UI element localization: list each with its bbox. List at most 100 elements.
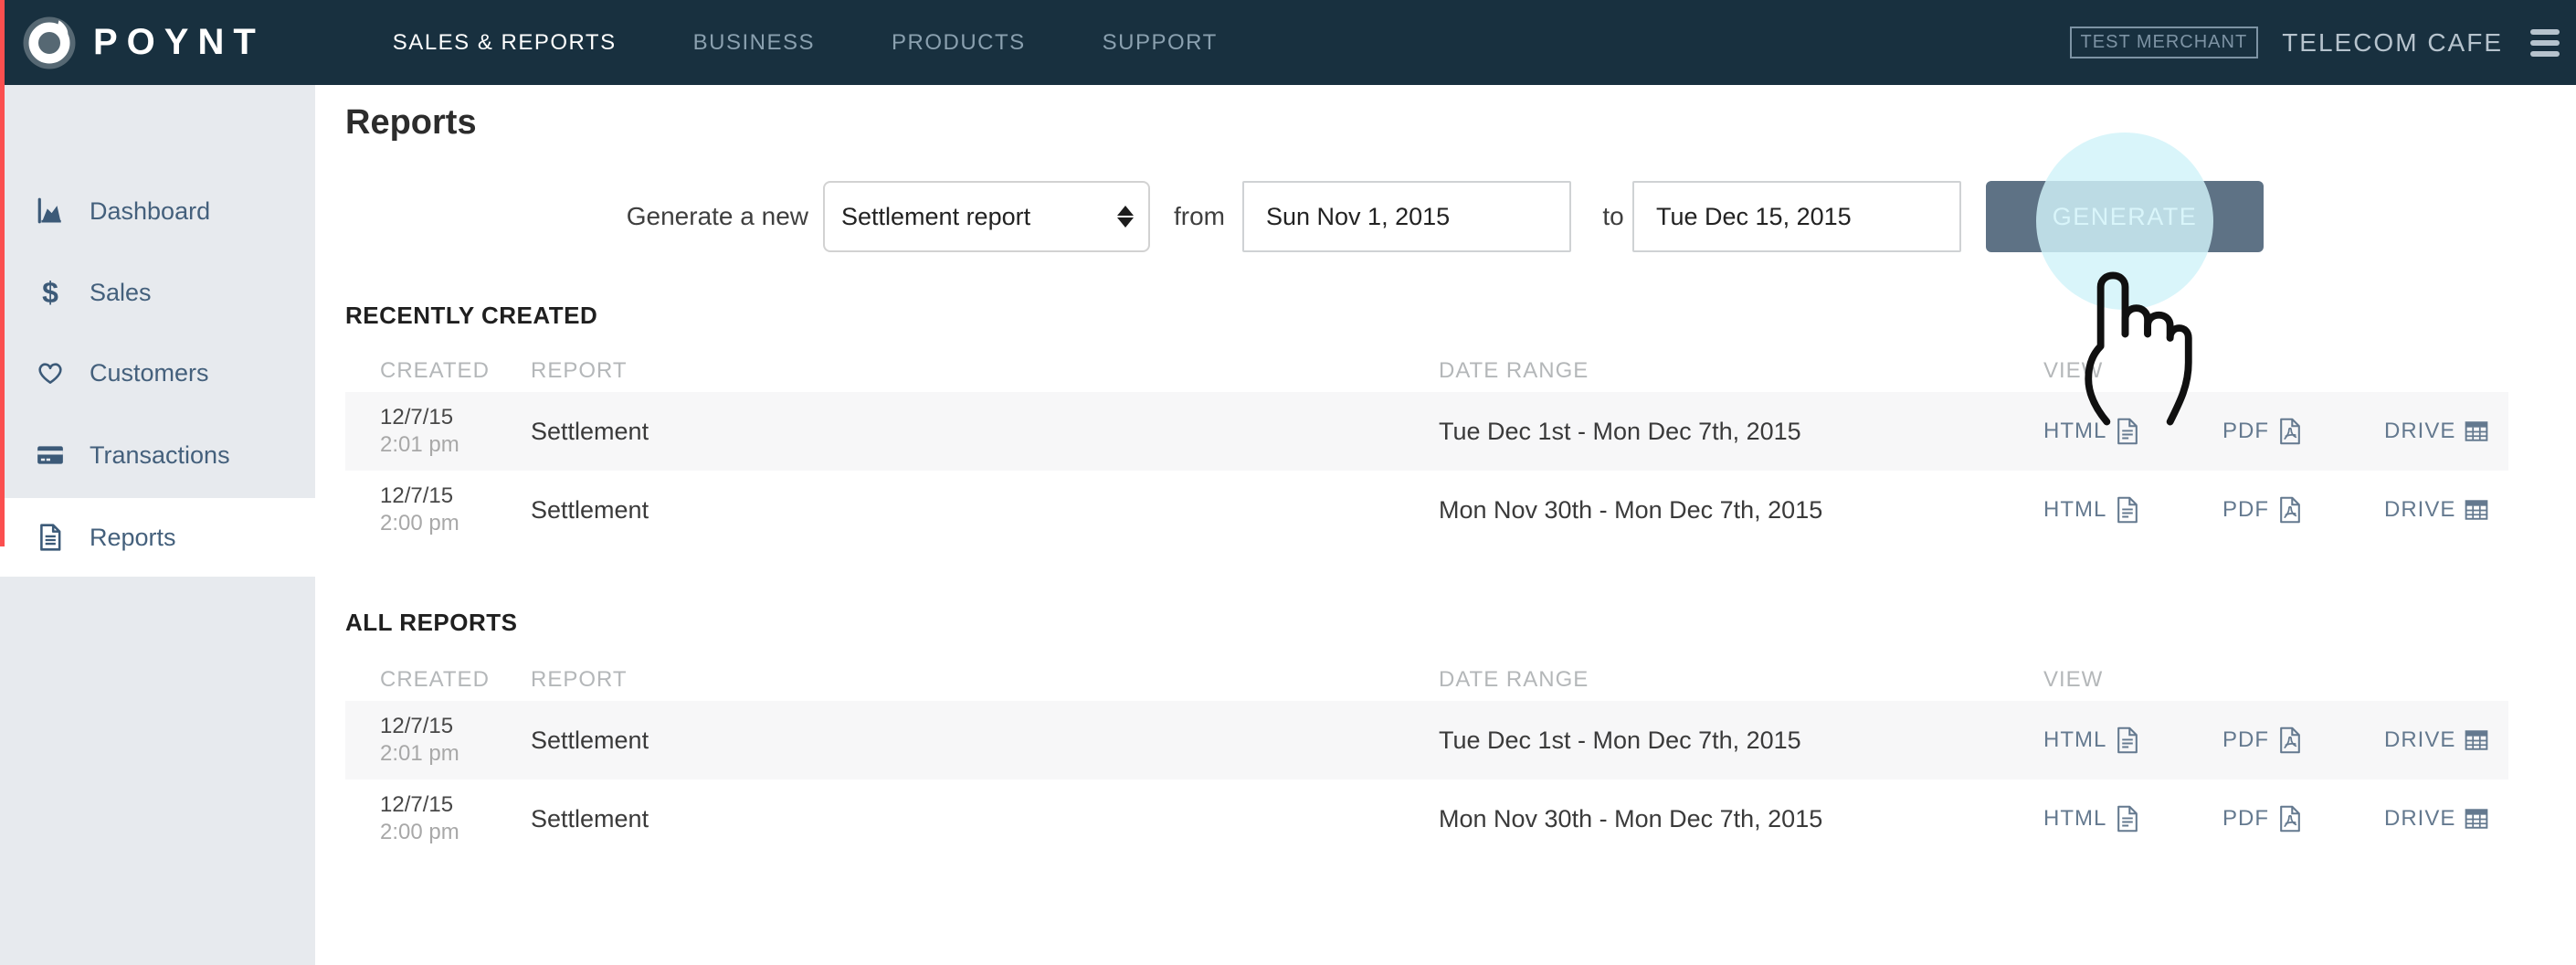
col-date-range: DATE RANGE <box>1439 667 1589 692</box>
sidebar-item-reports[interactable]: Reports <box>0 498 315 577</box>
html-link-label: HTML <box>2043 806 2107 831</box>
document-icon <box>35 522 66 553</box>
dollar-icon: $ <box>42 275 58 309</box>
nav-item-business[interactable]: BUSINESS <box>693 30 815 56</box>
report-type-select[interactable]: Settlement report <box>823 181 1150 252</box>
drive-link[interactable]: DRIVE <box>2384 805 2508 832</box>
report-generator-form: Generate a new Settlement report from to… <box>315 181 2576 252</box>
drive-link-label: DRIVE <box>2384 727 2456 752</box>
table-header: CREATED REPORT DATE RANGE VIEW <box>345 350 2508 392</box>
pdf-link[interactable]: PDF <box>2222 726 2384 754</box>
sidebar-item-label: Reports <box>90 523 176 551</box>
col-date-range: DATE RANGE <box>1439 358 1589 383</box>
pdf-link-label: PDF <box>2222 806 2269 831</box>
created-time: 2:00 pm <box>380 820 459 844</box>
created-time: 2:00 pm <box>380 511 459 536</box>
drive-table-icon <box>2465 730 2488 750</box>
pdf-link[interactable]: PDF <box>2222 496 2384 524</box>
sidebar-item-transactions[interactable]: Transactions <box>0 416 315 494</box>
html-link-label: HTML <box>2043 727 2107 752</box>
select-arrows-icon <box>1117 206 1134 228</box>
drive-link-label: DRIVE <box>2384 806 2456 831</box>
sidebar-item-label: Transactions <box>90 440 230 469</box>
report-type-value: Settlement report <box>841 202 1031 230</box>
date-range: Tue Dec 1st - Mon Dec 7th, 2015 <box>1439 726 1801 754</box>
section-title-recently-created: RECENTLY CREATED <box>345 302 598 329</box>
nav-item-products[interactable]: PRODUCTS <box>892 30 1026 56</box>
pdf-doc-icon <box>2280 418 2300 445</box>
table-row: 12/7/15 2:00 pm Settlement Mon Nov 30th … <box>345 779 2508 858</box>
html-doc-icon <box>2117 496 2138 524</box>
col-report: REPORT <box>531 667 628 692</box>
created-cell: 12/7/15 2:01 pm <box>380 714 531 767</box>
sidebar-item-sales[interactable]: $ Sales <box>0 253 315 332</box>
top-nav: POYNT SALES & REPORTS BUSINESS PRODUCTS … <box>0 0 2576 85</box>
html-link[interactable]: HTML <box>2043 496 2222 524</box>
drive-table-icon <box>2465 809 2488 829</box>
report-name: Settlement <box>531 804 649 832</box>
date-range: Tue Dec 1st - Mon Dec 7th, 2015 <box>1439 417 1801 445</box>
drive-table-icon <box>2465 500 2488 520</box>
generate-button[interactable]: GENERATE <box>1986 181 2264 252</box>
html-link[interactable]: HTML <box>2043 726 2222 754</box>
heart-icon <box>35 357 66 388</box>
table-header: CREATED REPORT DATE RANGE VIEW <box>345 659 2508 701</box>
from-label: from <box>1174 202 1225 230</box>
recently-created-table: CREATED REPORT DATE RANGE VIEW 12/7/15 2… <box>345 350 2508 549</box>
page-title: Reports <box>345 103 477 142</box>
table-row: 12/7/15 2:01 pm Settlement Tue Dec 1st -… <box>345 701 2508 779</box>
nav-item-support[interactable]: SUPPORT <box>1103 30 1218 56</box>
all-reports-table: CREATED REPORT DATE RANGE VIEW 12/7/15 2… <box>345 659 2508 858</box>
table-row: 12/7/15 2:01 pm Settlement Tue Dec 1st -… <box>345 392 2508 471</box>
pdf-link-label: PDF <box>2222 727 2269 752</box>
drive-link-label: DRIVE <box>2384 497 2456 522</box>
drive-link-label: DRIVE <box>2384 419 2456 443</box>
drive-table-icon <box>2465 421 2488 441</box>
col-created: CREATED <box>380 358 490 383</box>
to-date-input[interactable] <box>1632 181 1961 252</box>
created-date: 12/7/15 <box>380 405 454 429</box>
col-report: REPORT <box>531 358 628 383</box>
report-name: Settlement <box>531 417 649 445</box>
col-created: CREATED <box>380 667 490 692</box>
poynt-logo-icon <box>23 16 76 69</box>
sidebar-item-label: Customers <box>90 358 209 387</box>
html-link[interactable]: HTML <box>2043 418 2222 445</box>
credit-card-icon <box>35 440 66 471</box>
generate-label: Generate a new <box>626 202 808 230</box>
drive-link[interactable]: DRIVE <box>2384 496 2508 524</box>
sidebar-item-dashboard[interactable]: Dashboard <box>0 172 315 250</box>
merchant-name: TELECOM CAFE <box>2282 27 2503 57</box>
test-mode-strip <box>0 0 5 546</box>
sidebar-item-customers[interactable]: Customers <box>0 334 315 412</box>
html-doc-icon <box>2117 805 2138 832</box>
created-date: 12/7/15 <box>380 483 454 508</box>
from-date-input[interactable] <box>1242 181 1571 252</box>
hamburger-menu-icon[interactable] <box>2527 26 2563 60</box>
html-doc-icon <box>2117 726 2138 754</box>
chart-icon <box>35 196 66 227</box>
nav-menu: SALES & REPORTS BUSINESS PRODUCTS SUPPOR… <box>393 30 1218 56</box>
created-cell: 12/7/15 2:00 pm <box>380 483 531 536</box>
pdf-link-label: PDF <box>2222 419 2269 443</box>
section-title-all-reports: ALL REPORTS <box>345 609 518 636</box>
drive-link[interactable]: DRIVE <box>2384 418 2508 445</box>
html-link-label: HTML <box>2043 419 2107 443</box>
col-view: VIEW <box>2043 667 2104 692</box>
created-cell: 12/7/15 2:01 pm <box>380 405 531 458</box>
drive-link[interactable]: DRIVE <box>2384 726 2508 754</box>
sidebar-item-label: Sales <box>90 278 152 306</box>
nav-right: TEST MERCHANT TELECOM CAFE <box>2069 26 2563 60</box>
main-content: Reports Generate a new Settlement report… <box>315 85 2576 965</box>
pdf-doc-icon <box>2280 726 2300 754</box>
nav-item-sales-reports[interactable]: SALES & REPORTS <box>393 30 617 56</box>
html-link[interactable]: HTML <box>2043 805 2222 832</box>
html-doc-icon <box>2117 418 2138 445</box>
created-time: 2:01 pm <box>380 432 459 457</box>
brand[interactable]: POYNT <box>22 16 265 70</box>
table-row: 12/7/15 2:00 pm Settlement Mon Nov 30th … <box>345 471 2508 549</box>
html-link-label: HTML <box>2043 497 2107 522</box>
pdf-link[interactable]: PDF <box>2222 418 2384 445</box>
pdf-link[interactable]: PDF <box>2222 805 2384 832</box>
pdf-link-label: PDF <box>2222 497 2269 522</box>
